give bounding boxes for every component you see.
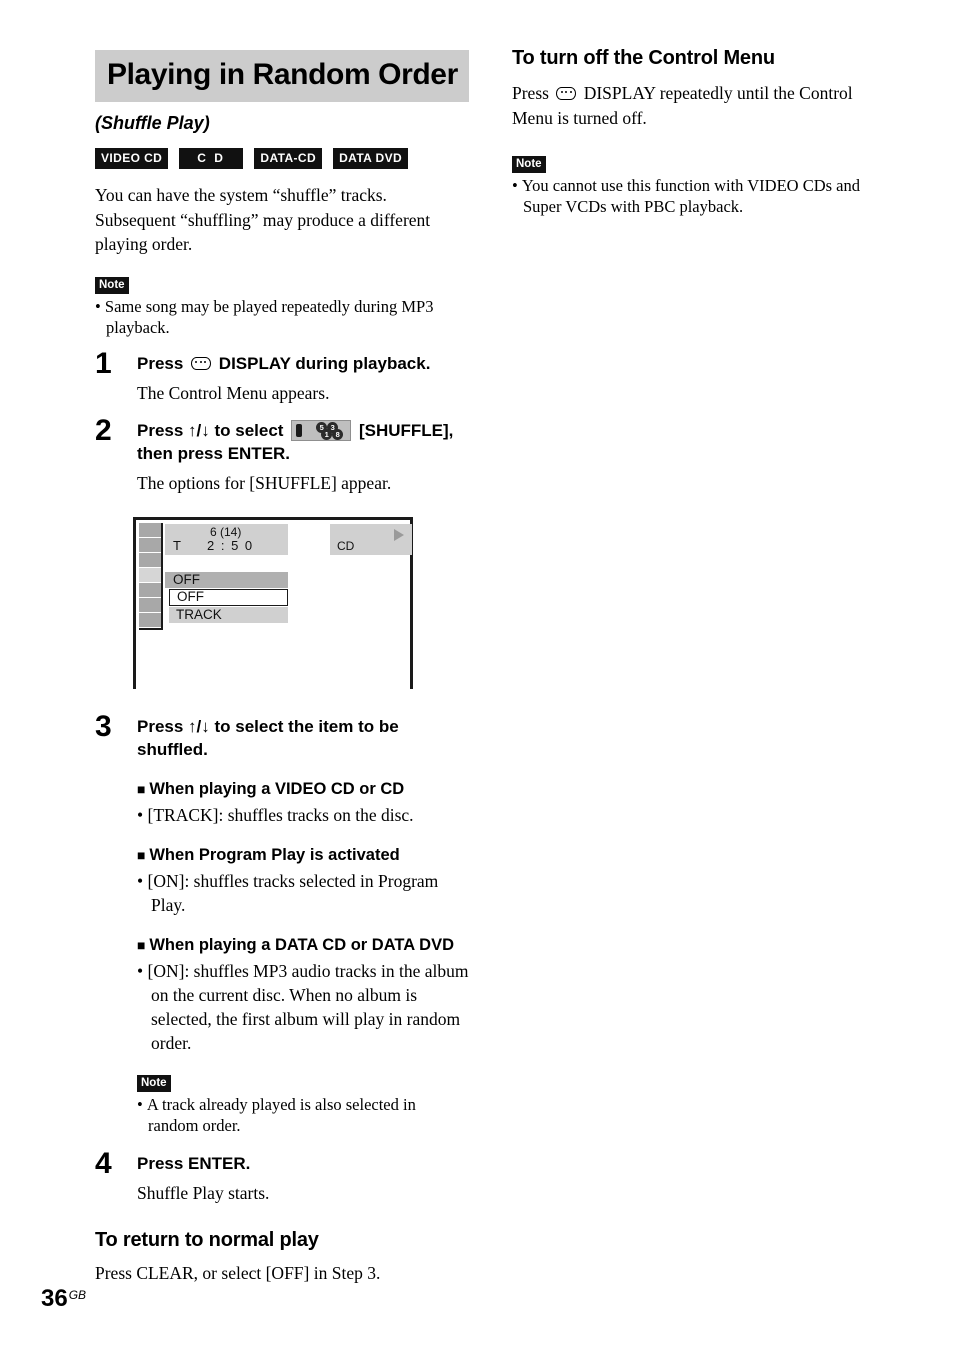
note-list-2: A track already played is also selected … [137,1094,469,1136]
left-column: Playing in Random Order (Shuffle Play) V… [95,50,469,1285]
disc-type-label: CD [337,538,355,553]
bullet-item: [ON]: shuffles tracks selected in Progra… [137,869,469,917]
page-footer: 36GB [41,1282,86,1312]
current-setting-value: OFF [173,571,200,587]
sidebar-cell-selected [139,567,161,583]
display-button-icon [556,87,577,100]
note-item: A track already played is also selected … [137,1094,469,1136]
play-triangle-icon [394,528,404,541]
step-2-title-before: Press ↑/↓ to select [137,420,284,440]
option-off-label: OFF [177,589,204,604]
step-2: 2 Press ↑/↓ to select 5 3 1 8 [SHUFFLE],… [95,414,469,495]
note-item: Same song may be played repeatedly durin… [95,296,469,338]
tv-screen-diagram: 6 (14) T 2 : 5 0 CD OFF OFF TRACK [133,516,413,689]
option-track-label: TRACK [176,606,222,622]
turn-off-control-menu-heading: To turn off the Control Menu [512,47,775,69]
step-1-desc: The Control Menu appears. [137,382,330,403]
shuffle-menu-icon: 5 3 1 8 [291,419,352,441]
step-1-number: 1 [95,346,112,380]
step-3: 3 Press ↑/↓ to select the item to be shu… [95,710,469,1136]
time-display: 2 : 5 0 [207,537,254,553]
note-block-2: Note A track already played is also sele… [137,1073,469,1136]
shuffle-icon-ball-4: 8 [332,428,344,440]
right-column: To turn off the Control Menu Press DISPL… [512,45,892,217]
region-code: GB [68,1288,87,1302]
bullet-item: [ON]: shuffles MP3 audio tracks in the a… [137,959,469,1055]
track-number-display: 6 (14) [210,524,242,539]
note-item: You cannot use this function with VIDEO … [512,175,892,217]
badge-video-cd: VIDEO CD [95,148,169,169]
step-1-title-after: DISPLAY during playback. [218,353,431,373]
subsection-bullets-data-cd: [ON]: shuffles MP3 audio tracks in the a… [137,959,469,1055]
track-info-panel: 6 (14) T 2 : 5 0 [165,523,288,555]
disc-type-panel: CD [330,523,412,555]
page-subtitle: (Shuffle Play) [95,113,210,133]
control-menu-sidebar [139,522,163,630]
display-button-icon [191,356,212,370]
badge-data-cd: DATA-CD [254,148,323,169]
step-2-title: Press ↑/↓ to select 5 3 1 8 [SHUFFLE], t… [137,419,469,465]
return-to-normal-play-heading: To return to normal play [95,1228,319,1251]
bullet-item: [TRACK]: shuffles tracks on the disc. [137,803,469,827]
sidebar-cell [139,522,161,538]
page-number: 36 [41,1285,68,1312]
note-label: Note [137,1074,171,1092]
note-list-3: You cannot use this function with VIDEO … [512,175,892,217]
step-3-number: 3 [95,709,112,743]
subsection-heading-program-play: When Program Play is activated [137,845,469,866]
step-1-title-before: Press [137,353,184,373]
note-block-3: Note You cannot use this function with V… [512,154,892,217]
option-off-selected[interactable]: OFF [169,588,288,606]
subsection-heading-data-cd: When playing a DATA CD or DATA DVD [137,935,469,956]
step-4-title: Press ENTER. [137,1153,251,1173]
media-badge-row: VIDEO CD C D DATA-CD DATA DVD [95,148,469,169]
time-mode-label: T [173,537,181,553]
intro-paragraph: You can have the system “shuffle” tracks… [95,185,431,254]
return-to-normal-play-body: Press CLEAR, or select [OFF] in Step 3. [95,1262,381,1283]
note-list-1: Same song may be played repeatedly durin… [95,296,469,338]
step-1-title: Press DISPLAY during playback. [137,352,469,375]
page-title: Playing in Random Order [107,58,458,91]
step-4: 4 Press ENTER. Shuffle Play starts. [95,1147,469,1205]
step-1: 1 Press DISPLAY during playback. The Con… [95,347,469,405]
turn-off-body-before: Press [512,83,549,103]
step-4-number: 4 [95,1146,112,1180]
subsection-bullets-program-play: [ON]: shuffles tracks selected in Progra… [137,869,469,917]
shuffle-icon-bar [296,423,303,437]
subsection-heading-video-cd: When playing a VIDEO CD or CD [137,779,469,800]
sidebar-cell [139,582,161,598]
step-2-desc: The options for [SHUFFLE] appear. [137,472,392,493]
badge-cd: C D [179,148,244,169]
badge-data-dvd: DATA DVD [333,148,409,169]
note-label: Note [512,156,546,173]
subsection-bullets-video-cd: [TRACK]: shuffles tracks on the disc. [137,803,469,827]
step-4-desc: Shuffle Play starts. [137,1182,270,1203]
shuffle-icon-ball-3: 1 [321,428,333,440]
option-track[interactable]: TRACK [169,606,288,623]
sidebar-cell [139,612,161,628]
turn-off-control-menu-body: Press DISPLAY repeatedly until the Contr… [512,81,892,130]
note-label: Note [95,276,129,294]
page-title-banner: Playing in Random Order [95,50,469,102]
step-3-title: Press ↑/↓ to select the item to be shuff… [137,716,399,759]
note-block-1: Note Same song may be played repeatedly … [95,275,469,338]
sidebar-cell [139,597,161,613]
sidebar-cell [139,552,161,568]
manual-page: Playing in Random Order (Shuffle Play) V… [0,0,954,1352]
step-2-number: 2 [95,413,112,447]
sidebar-cell [139,537,161,553]
current-setting-row: OFF [165,571,288,588]
